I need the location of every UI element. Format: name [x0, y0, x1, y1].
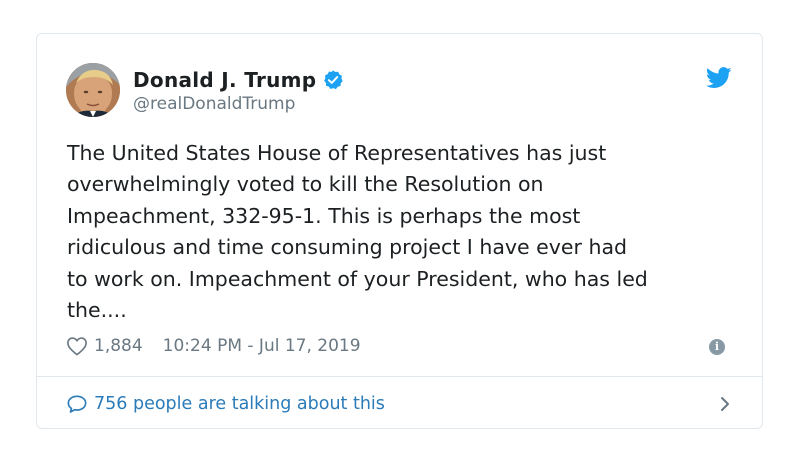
tweet-card[interactable]: Donald J. Trump @realDonaldTrump The Uni…	[36, 33, 763, 429]
author-handle[interactable]: @realDonaldTrump	[133, 94, 344, 114]
heart-icon[interactable]	[66, 336, 88, 356]
twitter-bird-icon[interactable]	[705, 67, 732, 89]
author-display-name[interactable]: Donald J. Trump	[133, 68, 316, 92]
speech-bubble-icon	[66, 394, 88, 414]
verified-badge-icon	[322, 69, 344, 91]
tweet-timestamp[interactable]: 10:24 PM - Jul 17, 2019	[163, 336, 361, 356]
tweet-text: The United States House of Representativ…	[67, 141, 648, 323]
chevron-right-icon[interactable]	[718, 394, 732, 414]
avatar[interactable]	[66, 63, 120, 117]
name-row: Donald J. Trump	[133, 67, 344, 93]
tweet-header[interactable]: Donald J. Trump @realDonaldTrump	[66, 62, 344, 118]
author-names: Donald J. Trump @realDonaldTrump	[133, 67, 344, 114]
info-icon[interactable]: i	[709, 339, 725, 355]
conversation-link[interactable]: 756 people are talking about this	[66, 377, 732, 430]
like-count[interactable]: 1,884	[94, 336, 143, 356]
conversation-link-label[interactable]: 756 people are talking about this	[94, 394, 385, 414]
tweet-meta: 1,884 10:24 PM - Jul 17, 2019	[66, 336, 361, 356]
